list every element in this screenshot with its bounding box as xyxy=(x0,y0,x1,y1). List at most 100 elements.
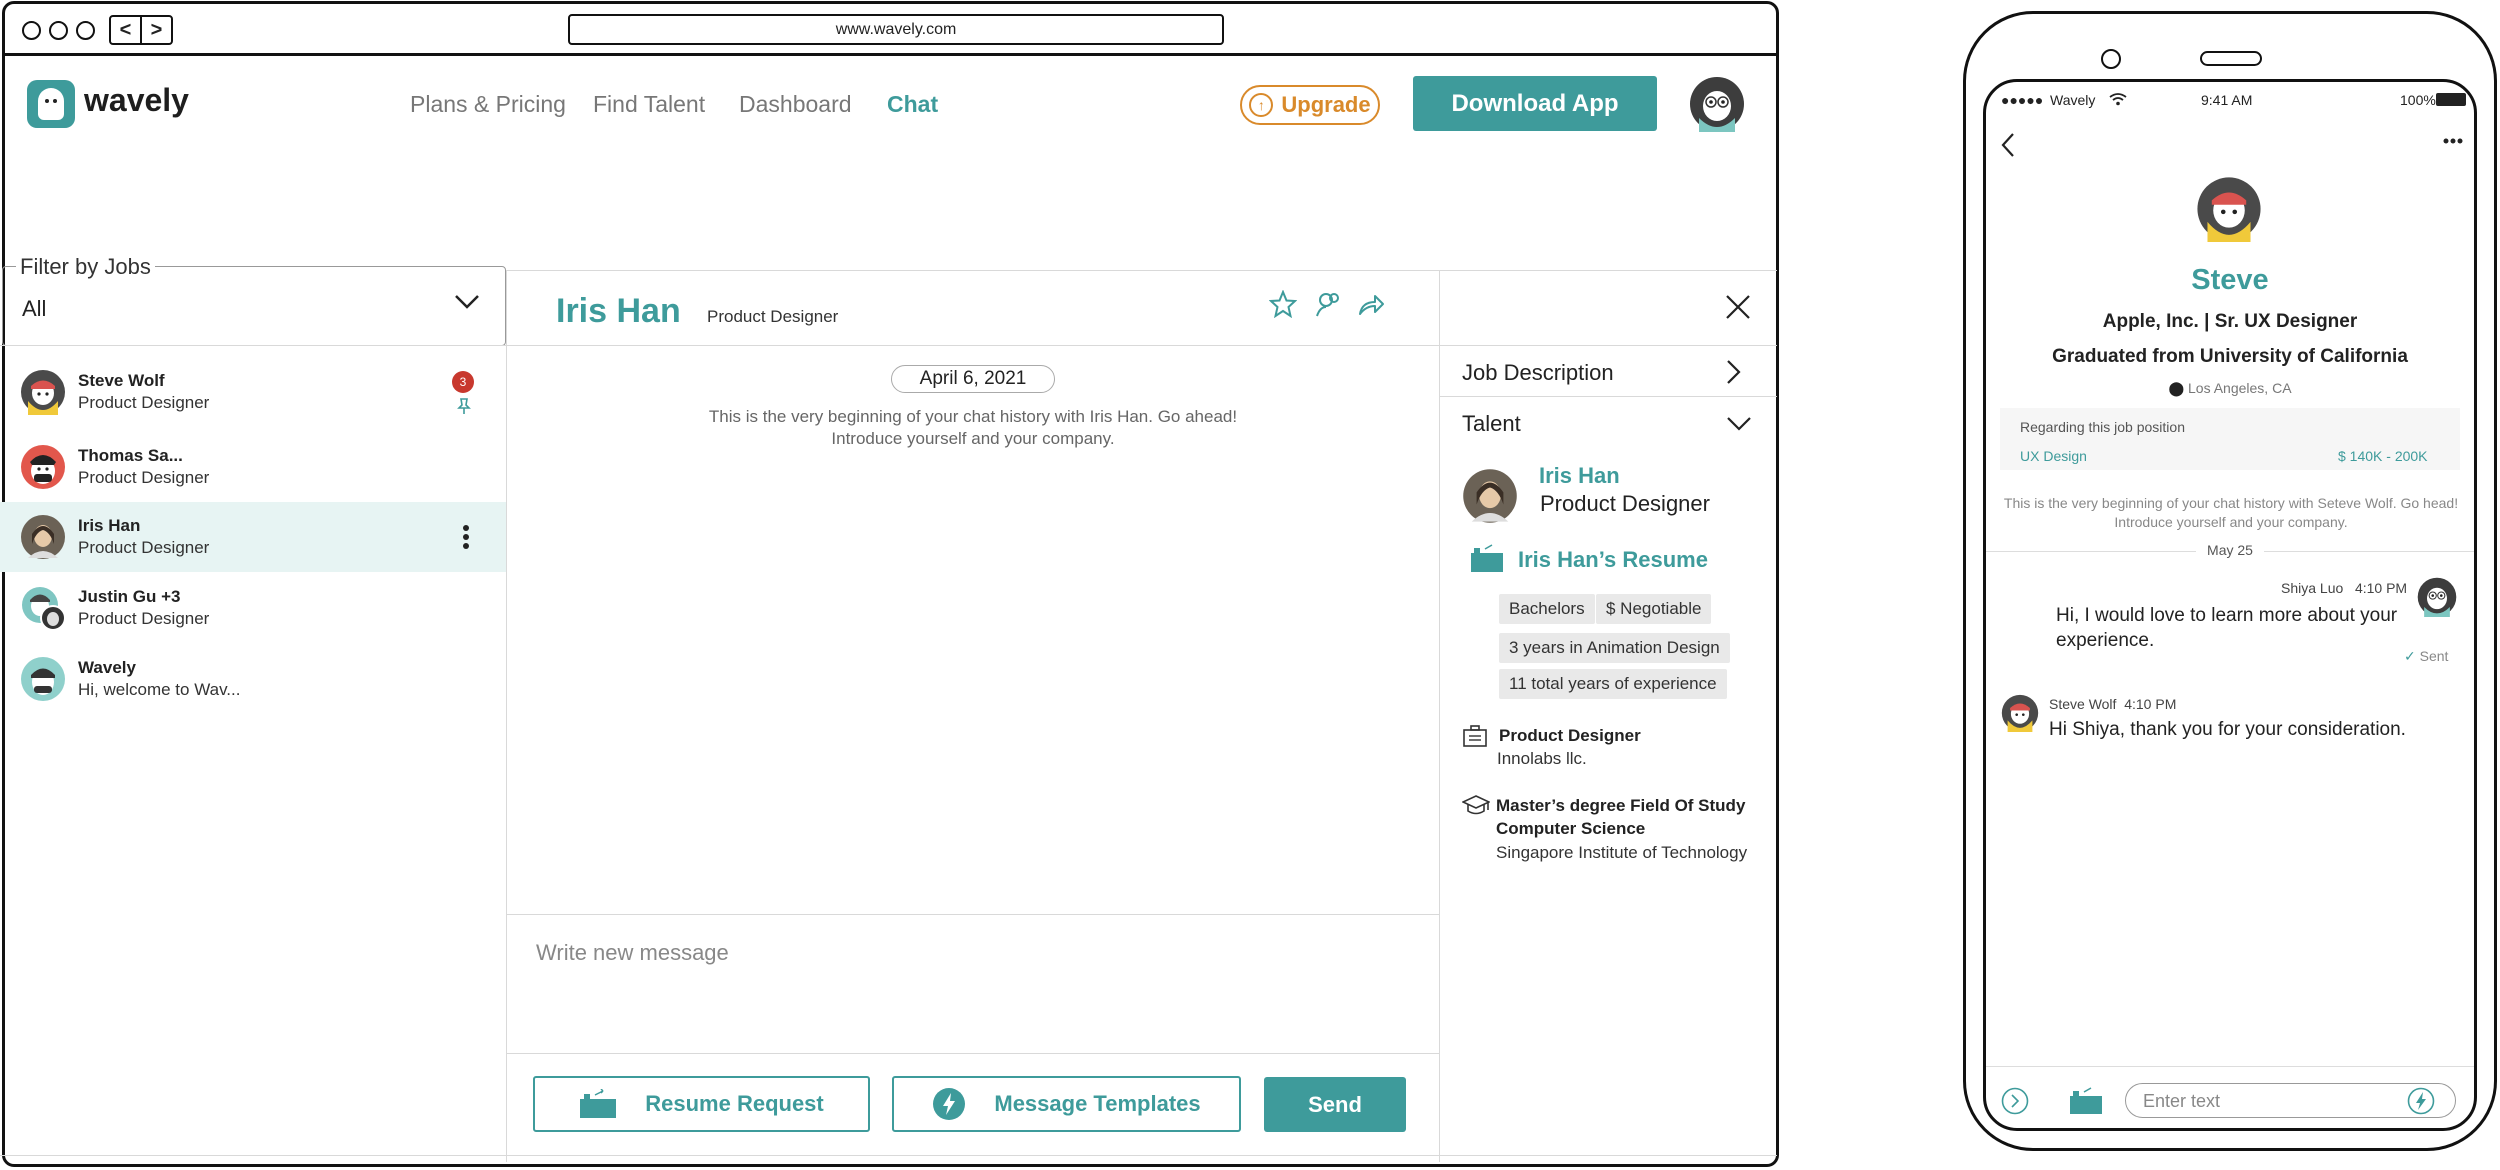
pin-icon[interactable] xyxy=(455,397,473,415)
divider xyxy=(0,345,506,346)
window-maximize-dot[interactable] xyxy=(76,21,95,40)
profile-company: Apple, Inc. | Sr. UX Designer xyxy=(2102,311,2358,332)
lightning-circle-icon[interactable] xyxy=(2407,1087,2435,1115)
divider xyxy=(1986,1066,2474,1067)
message-meta: Steve Wolf 4:10 PM xyxy=(2049,696,2177,712)
date-separator: May 25 xyxy=(2196,542,2264,558)
resume-briefcase-icon xyxy=(1471,544,1503,572)
resume-request-button[interactable]: Resume Request xyxy=(533,1076,870,1132)
experience-company: Innolabs llc. xyxy=(1497,749,1587,768)
chevron-right-icon[interactable] xyxy=(1726,359,1742,385)
conversation-name: Thomas Sa... xyxy=(78,446,183,465)
conversation-name: Wavely xyxy=(78,658,136,677)
filter-value: All xyxy=(22,296,47,321)
battery-icon xyxy=(2436,93,2466,106)
briefcase-icon xyxy=(1463,725,1487,747)
nav-plans-pricing[interactable]: Plans & Pricing xyxy=(410,91,566,118)
chat-intro-text: This is the very beginning of your chat … xyxy=(708,407,1238,448)
message-input[interactable]: Write new message xyxy=(536,940,729,966)
talent-name[interactable]: Iris Han xyxy=(1539,463,1620,489)
user-search-icon[interactable] xyxy=(1314,290,1342,318)
sender-avatar xyxy=(2001,694,2039,732)
battery-percent: 100% xyxy=(2400,92,2436,108)
conversation-item-selected[interactable]: Iris Han Product Designer xyxy=(0,502,506,572)
browser-chrome: < > www.wavely.com xyxy=(5,4,1776,56)
status-time: 9:41 AM xyxy=(2201,92,2253,108)
avatar xyxy=(20,656,66,702)
back-chevron-icon[interactable] xyxy=(2000,132,2016,158)
conversation-item[interactable]: Justin Gu +3 Product Designer xyxy=(0,573,506,643)
send-button[interactable]: Send xyxy=(1264,1077,1406,1132)
message-bubble-sent: Hi, I would love to learn more about you… xyxy=(2056,605,2398,651)
share-arrow-icon[interactable] xyxy=(1357,290,1385,318)
history-buttons: < > xyxy=(109,15,173,45)
unread-badge: 3 xyxy=(452,371,474,393)
job-position-salary: $ 140K - 200K xyxy=(2338,448,2428,464)
avatar xyxy=(20,444,66,490)
conversation-item[interactable]: Wavely Hi, welcome to Wav... xyxy=(0,644,506,714)
upgrade-button[interactable]: ↑ Upgrade xyxy=(1240,85,1380,125)
resume-title[interactable]: Iris Han’s Resume xyxy=(1518,547,1708,573)
nav-find-talent[interactable]: Find Talent xyxy=(593,91,705,118)
phone-input-placeholder: Enter text xyxy=(2143,1091,2221,1111)
nav-chat[interactable]: Chat xyxy=(887,91,938,118)
message-templates-button[interactable]: Message Templates xyxy=(892,1076,1241,1132)
talent-role: Product Designer xyxy=(1540,491,1710,516)
arrow-up-circle-icon: ↑ xyxy=(1249,93,1274,117)
close-icon[interactable] xyxy=(1725,294,1751,320)
resume-tag: 11 total years of experience xyxy=(1499,669,1727,699)
nav-dashboard[interactable]: Dashboard xyxy=(739,91,852,118)
talent-row[interactable]: Talent xyxy=(1462,411,1521,437)
expand-circle-icon[interactable] xyxy=(2001,1087,2029,1115)
job-position-title: UX Design xyxy=(2020,448,2087,464)
chat-intro-text: This is the very beginning of your chat … xyxy=(2003,495,2459,530)
avatar xyxy=(20,514,66,560)
carrier-name: Wavely xyxy=(2050,92,2096,108)
more-dots-icon[interactable] xyxy=(2443,138,2463,144)
chevron-down-icon[interactable] xyxy=(454,294,480,310)
kebab-menu-icon[interactable] xyxy=(462,524,470,550)
lightning-circle-icon xyxy=(933,1088,966,1120)
graduation-cap-icon xyxy=(1462,795,1490,815)
divider xyxy=(1439,345,1777,346)
resume-tag: Bachelors xyxy=(1499,594,1595,624)
education-title: Master’s degree Field Of Study xyxy=(1496,796,1746,815)
wavely-logo-icon[interactable] xyxy=(27,80,75,128)
window-close-dot[interactable] xyxy=(22,21,41,40)
chevron-down-icon[interactable] xyxy=(1726,416,1752,432)
phone-speaker xyxy=(2200,51,2262,66)
education-school: Singapore Institute of Technology xyxy=(1496,843,1748,862)
window-minimize-dot[interactable] xyxy=(49,21,68,40)
divider xyxy=(1439,396,1777,397)
user-avatar[interactable] xyxy=(1689,76,1745,132)
back-arrow-icon[interactable]: < xyxy=(111,17,140,43)
conversation-item[interactable]: Steve Wolf Product Designer 3 xyxy=(0,357,506,427)
conversation-item[interactable]: Thomas Sa... Product Designer xyxy=(0,432,506,502)
brand-name[interactable]: wavely xyxy=(84,82,189,119)
resume-tag: $ Negotiable xyxy=(1596,594,1712,624)
chat-subtitle: Product Designer xyxy=(707,307,839,326)
forward-arrow-icon[interactable]: > xyxy=(140,17,171,43)
divider xyxy=(506,1053,1439,1054)
url-bar[interactable]: www.wavely.com xyxy=(568,14,1224,45)
signal-dots-icon: ●●●●● xyxy=(2001,92,2044,108)
location-pin-icon: ⬤ xyxy=(2168,380,2185,396)
conversation-subtitle: Product Designer xyxy=(78,468,210,487)
date-separator: April 6, 2021 xyxy=(891,365,1055,393)
phone-camera xyxy=(2101,49,2121,69)
conversation-name: Iris Han xyxy=(78,516,141,535)
message-status: ✓ Sent xyxy=(2404,648,2449,664)
avatar xyxy=(20,369,66,415)
education-field: Computer Science xyxy=(1496,819,1646,838)
conversation-subtitle: Product Designer xyxy=(78,538,210,557)
download-app-button[interactable]: Download App xyxy=(1413,76,1657,131)
resume-briefcase-icon[interactable] xyxy=(2069,1087,2103,1115)
divider xyxy=(1439,270,1440,1162)
job-position-label: Regarding this job position xyxy=(2020,419,2185,435)
star-icon[interactable] xyxy=(1269,290,1297,318)
wifi-icon xyxy=(2109,93,2127,106)
resume-briefcase-icon xyxy=(580,1089,617,1118)
experience-title: Product Designer xyxy=(1499,726,1641,745)
job-description-row[interactable]: Job Description xyxy=(1462,360,1614,386)
conversation-subtitle: Hi, welcome to Wav... xyxy=(78,680,241,699)
